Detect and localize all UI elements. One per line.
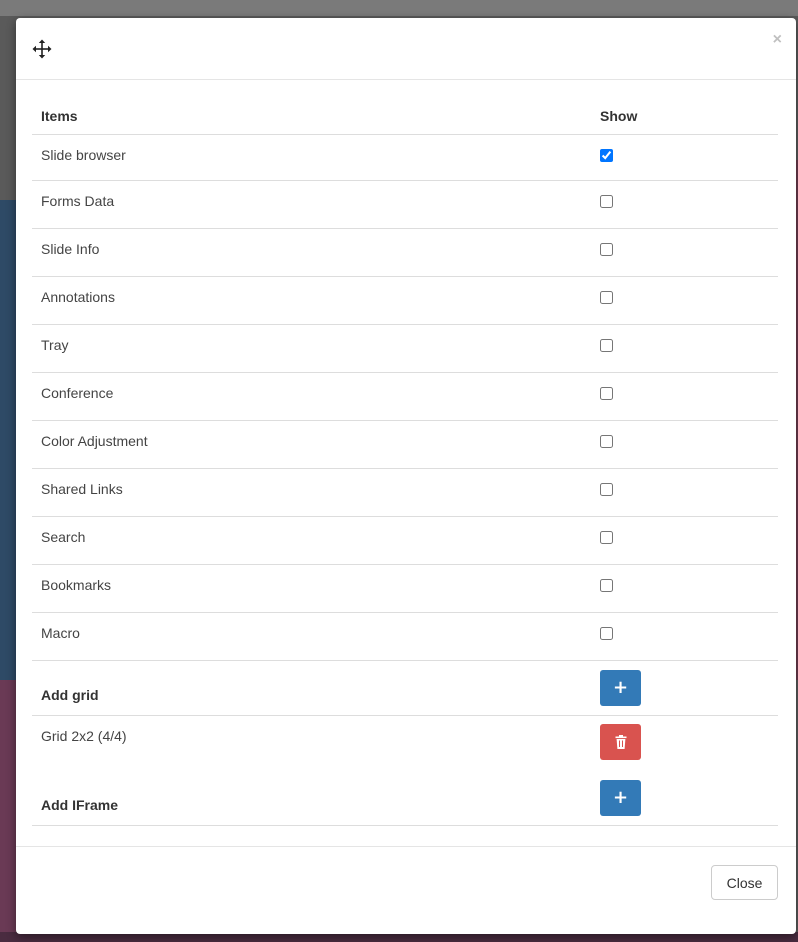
close-button[interactable]: Close xyxy=(711,865,778,900)
item-label: Macro xyxy=(32,612,591,661)
move-icon[interactable] xyxy=(32,39,52,59)
dialog-header: × xyxy=(16,18,796,80)
items-table: Items Show Slide browser Forms Data Slide … xyxy=(32,98,778,826)
show-cell xyxy=(591,420,778,469)
show-cell xyxy=(591,180,778,229)
table-row: Forms Data xyxy=(32,180,778,229)
table-row: Tray xyxy=(32,324,778,373)
dialog-body: Items Show Slide browser Forms Data Slide … xyxy=(32,98,780,826)
delete-grid-button[interactable] xyxy=(600,723,641,760)
grid-item-row: Grid 2x2 (4/4) xyxy=(32,715,778,765)
add-grid-row: Add grid + xyxy=(32,660,778,716)
plus-icon: + xyxy=(612,677,629,698)
add-grid-button[interactable]: + xyxy=(600,669,641,706)
show-checkbox[interactable] xyxy=(600,386,613,400)
table-row: Slide browser xyxy=(32,134,778,181)
item-label: Conference xyxy=(32,372,591,421)
backdrop-top xyxy=(0,0,798,16)
show-cell xyxy=(591,516,778,565)
backdrop-left-lower xyxy=(0,680,16,942)
item-label: Annotations xyxy=(32,276,591,325)
item-label: Tray xyxy=(32,324,591,373)
add-iframe-cell: + xyxy=(591,765,778,826)
grid-item-label: Grid 2x2 (4/4) xyxy=(41,727,127,744)
show-cell xyxy=(591,228,778,277)
show-cell xyxy=(591,372,778,421)
add-iframe-label: Add IFrame xyxy=(32,765,591,826)
item-rows: Slide browser Forms Data Slide Info Annotat… xyxy=(32,134,778,661)
item-label: Forms Data xyxy=(32,180,591,229)
show-checkbox[interactable] xyxy=(600,290,613,304)
table-header-row: Items Show xyxy=(32,98,778,135)
table-row: Slide Info xyxy=(32,228,778,277)
show-checkbox[interactable] xyxy=(600,626,613,640)
show-checkbox[interactable] xyxy=(600,434,613,448)
show-checkbox[interactable] xyxy=(600,338,613,352)
item-label: Search xyxy=(32,516,591,565)
show-cell xyxy=(591,612,778,661)
add-iframe-button[interactable]: + xyxy=(600,779,641,816)
show-checkbox[interactable] xyxy=(600,578,613,592)
close-icon[interactable]: × xyxy=(773,32,782,48)
table-row: Macro xyxy=(32,612,778,661)
dialog-footer: Close xyxy=(16,846,796,934)
show-checkbox[interactable] xyxy=(600,148,613,162)
backdrop-left xyxy=(0,200,16,680)
show-checkbox[interactable] xyxy=(600,530,613,544)
show-cell xyxy=(591,276,778,325)
show-cell xyxy=(591,134,778,181)
grid-item-cell xyxy=(591,715,778,765)
column-header-show: Show xyxy=(591,98,778,135)
table-row: Color Adjustment xyxy=(32,420,778,469)
add-grid-cell: + xyxy=(591,660,778,716)
item-label: Color Adjustment xyxy=(32,420,591,469)
table-row: Conference xyxy=(32,372,778,421)
item-label: Slide browser xyxy=(32,134,591,181)
table-row: Bookmarks xyxy=(32,564,778,613)
settings-dialog: × Items Show Slide browser Forms Data Slid… xyxy=(16,18,796,934)
show-checkbox[interactable] xyxy=(600,242,613,256)
show-cell xyxy=(591,324,778,373)
table-row: Search xyxy=(32,516,778,565)
item-label: Shared Links xyxy=(32,468,591,517)
add-grid-label: Add grid xyxy=(32,660,591,716)
table-row: Annotations xyxy=(32,276,778,325)
show-checkbox[interactable] xyxy=(600,194,613,208)
show-cell xyxy=(591,564,778,613)
trash-icon xyxy=(615,734,626,749)
show-cell xyxy=(591,468,778,517)
table-row: Shared Links xyxy=(32,468,778,517)
item-label: Bookmarks xyxy=(32,564,591,613)
add-iframe-row: Add IFrame + xyxy=(32,765,778,826)
plus-icon: + xyxy=(612,787,629,808)
column-header-items: Items xyxy=(32,98,591,135)
show-checkbox[interactable] xyxy=(600,482,613,496)
item-label: Slide Info xyxy=(32,228,591,277)
